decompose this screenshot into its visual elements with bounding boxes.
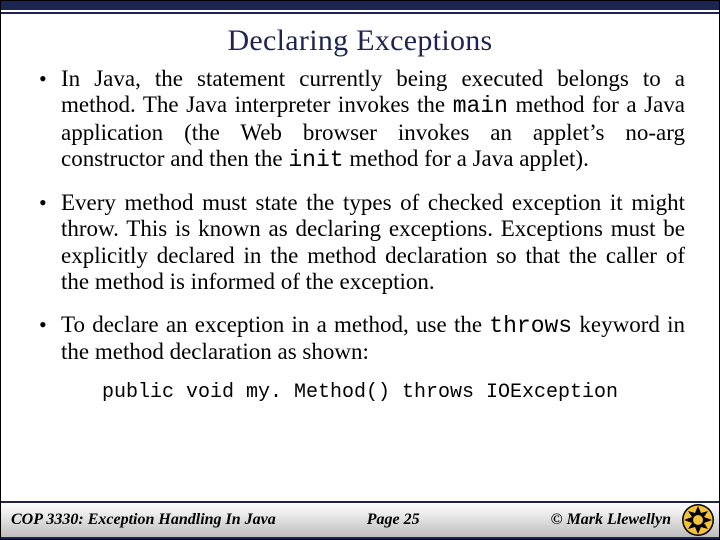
slide-content: In Java, the statement currently being e… bbox=[1, 66, 719, 501]
slide-footer: COP 3330: Exception Handling In Java Pag… bbox=[1, 501, 719, 539]
bullet-1-text-c: method for a Java applet). bbox=[344, 146, 589, 171]
footer-course: COP 3330: Exception Handling In Java bbox=[11, 511, 276, 529]
bullet-1-code-main: main bbox=[453, 93, 508, 119]
slide-title: Declaring Exceptions bbox=[1, 14, 719, 66]
slide: Declaring Exceptions In Java, the statem… bbox=[0, 0, 720, 540]
footer-page: Page 25 bbox=[367, 511, 460, 529]
bullet-1: In Java, the statement currently being e… bbox=[35, 66, 685, 174]
bullet-1-code-init: init bbox=[288, 147, 343, 173]
bullet-3-text-a: To declare an exception in a method, use… bbox=[61, 312, 489, 337]
code-example: public void my. Method() throws IOExcept… bbox=[35, 381, 685, 404]
top-accent-bar bbox=[1, 1, 719, 10]
bullet-3-code-throws: throws bbox=[489, 313, 572, 339]
ucf-logo-icon bbox=[681, 503, 715, 537]
bullet-3: To declare an exception in a method, use… bbox=[35, 312, 685, 366]
bullet-2: Every method must state the types of che… bbox=[35, 190, 685, 296]
